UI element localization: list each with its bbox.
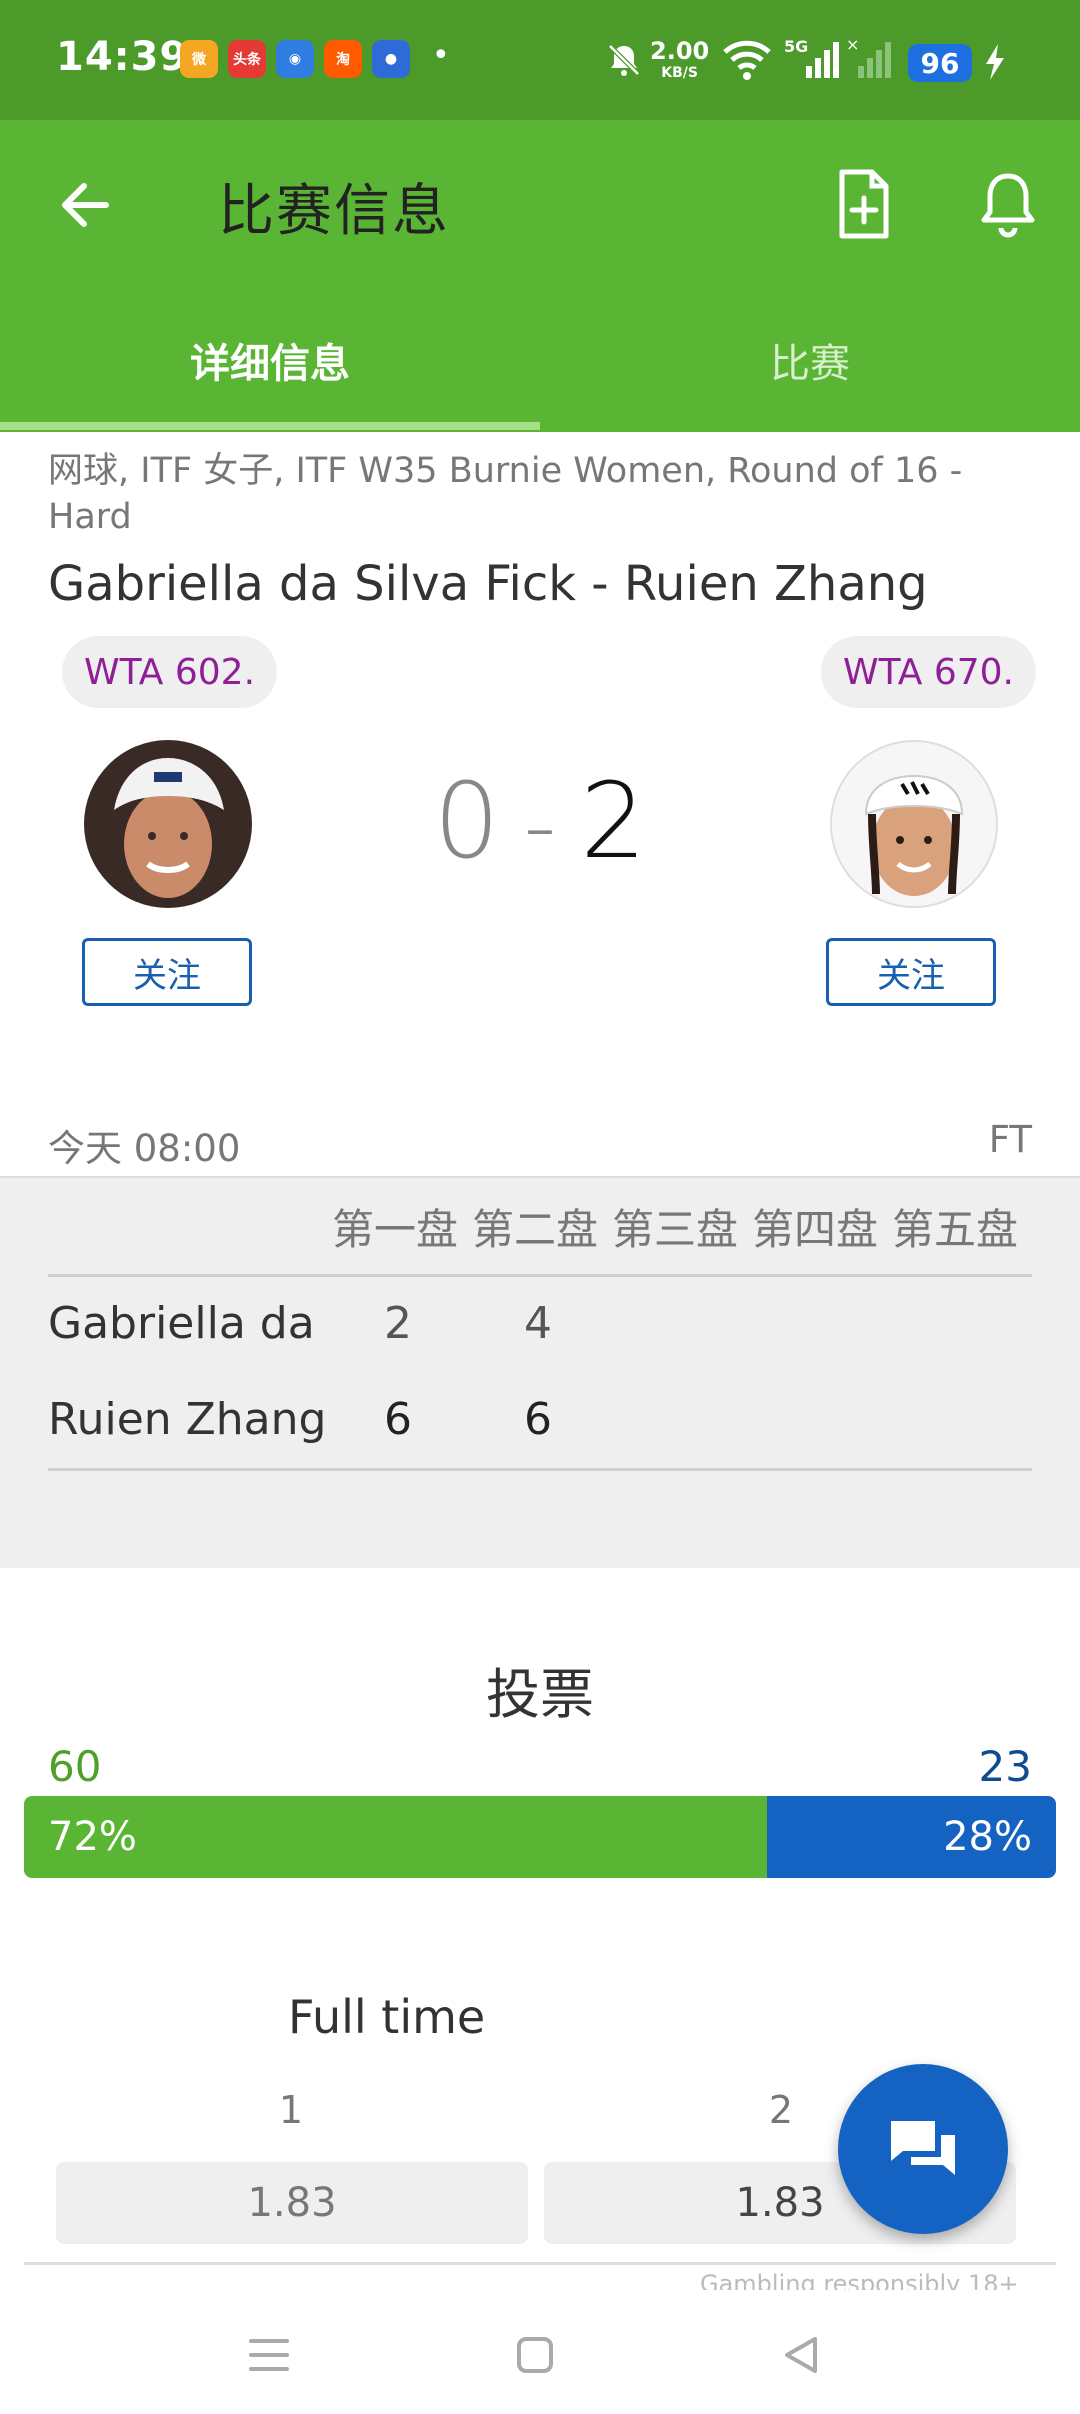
home-square-icon [517,2337,553,2373]
set-header: 第四盘 [752,1205,879,1254]
signal-secondary-icon: × [846,35,892,86]
table-row-player2-name: Ruien Zhang [48,1394,327,1445]
taobao-icon: 淘 [324,40,362,78]
match-time: 今天 08:00 [48,1127,241,1170]
tab-indicator [0,422,540,430]
set-header: 第二盘 [472,1205,599,1254]
table-divider [48,1274,1032,1277]
table-divider [48,1468,1032,1471]
vote-player2-count: 23 [978,1742,1032,1791]
player2-avatar[interactable] [830,740,998,908]
network-speed-unit: KB/S [661,65,698,81]
signal-5g-label: 5G [784,37,808,56]
vote-player1-count: 60 [48,1742,102,1791]
match-title: Gabriella da Silva Fick - Ruien Zhang [48,556,928,612]
player1-rank-badge[interactable]: WTA 602. [62,636,278,708]
network-speed-value: 2.00 [650,37,710,65]
menu-icon [249,2339,289,2371]
vote-player2-percent: 28% [943,1814,1032,1860]
nav-recents-button[interactable] [234,2320,304,2390]
weibo-icon: 微 [180,40,218,78]
notification-dot-icon: • [432,38,450,73]
wifi-icon [722,38,772,86]
match-status: FT [988,1118,1032,1161]
odds-button-1[interactable]: 1.83 [56,2162,528,2244]
player2-set1-score: 6 [384,1394,412,1445]
player2-rank-badge[interactable]: WTA 670. [820,636,1036,708]
score-home: 0 [433,760,500,882]
signal-5g-icon: 5G [784,36,840,86]
set-header: 第一盘 [332,1205,459,1254]
odds-header-1: 1 [278,2088,304,2132]
bell-icon [981,173,1035,238]
tab-details[interactable]: 详细信息 [0,320,540,400]
odds-title: Full time [288,1990,486,2044]
table-row-player1-name: Gabriella da ... [48,1298,328,1349]
back-button[interactable] [50,170,120,240]
arrow-left-icon [62,183,109,227]
vote-bar-player2[interactable]: 28% [767,1796,1056,1878]
toutiao-icon: 头条 [228,40,266,78]
app-icon: ● [372,40,410,78]
network-speed: 2.00 KB/S [650,37,710,84]
browser-icon: ◉ [276,40,314,78]
vote-title: 投票 [486,1663,594,1726]
odds-disclaimer: Gambling responsibly 18+ [700,2270,1019,2290]
battery-indicator: 96 [908,44,972,82]
svg-text:×: × [846,36,859,54]
chat-fab-button[interactable] [838,2064,1008,2234]
add-document-button[interactable] [826,166,902,242]
document-add-icon [839,169,889,239]
nav-back-button[interactable] [766,2320,836,2390]
back-triangle-icon [785,2337,817,2373]
player1-set1-score: 2 [384,1298,412,1349]
vote-player1-percent: 72% [48,1814,137,1860]
odds-divider [24,2262,1056,2265]
set-header: 第三盘 [612,1205,739,1254]
tab-match[interactable]: 比赛 [540,320,1080,400]
score-separator: - [523,774,557,879]
nav-home-button[interactable] [500,2320,570,2390]
player1-avatar[interactable] [84,740,252,908]
score-away: 2 [580,760,647,882]
breadcrumb[interactable]: 网球, ITF 女子, ITF W35 Burnie Women, Round … [48,448,1008,540]
charging-icon [982,42,1008,86]
vote-bar[interactable]: 72% 28% [24,1796,1056,1878]
chat-icon [891,2121,955,2175]
page-title: 比赛信息 [218,179,450,244]
set-header: 第五盘 [892,1205,1019,1254]
notification-bell-button[interactable] [970,166,1046,242]
vote-bar-player1[interactable]: 72% [24,1796,768,1878]
follow-player2-button[interactable]: 关注 [826,938,996,1006]
player1-set2-score: 4 [524,1298,552,1349]
match-score: 0-2 [340,760,740,882]
player2-set2-score: 6 [524,1394,552,1445]
status-clock: 14:39 [56,34,189,80]
follow-player1-button[interactable]: 关注 [82,938,252,1006]
mute-icon [604,40,644,84]
